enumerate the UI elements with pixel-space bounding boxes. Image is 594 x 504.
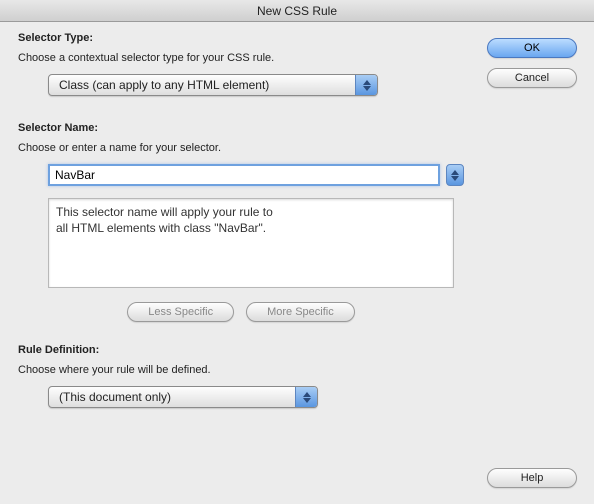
rule-definition-select[interactable]: (This document only) xyxy=(48,386,318,408)
selector-type-desc: Choose a contextual selector type for yo… xyxy=(18,52,464,64)
cancel-button[interactable]: Cancel xyxy=(487,68,577,88)
help-button[interactable]: Help xyxy=(487,468,577,488)
selector-explanation: This selector name will apply your rule … xyxy=(48,198,454,288)
selector-type-value: Class (can apply to any HTML element) xyxy=(59,78,269,92)
selector-type-label: Selector Type: xyxy=(18,32,464,44)
selector-name-stepper[interactable] xyxy=(446,164,464,186)
selector-name-input[interactable] xyxy=(48,164,440,186)
explain-line-1: This selector name will apply your rule … xyxy=(56,204,446,220)
rule-definition-value: (This document only) xyxy=(59,390,171,404)
explain-line-2: all HTML elements with class "NavBar". xyxy=(56,220,446,236)
dropdown-arrows-icon xyxy=(295,387,317,407)
ok-button[interactable]: OK xyxy=(487,38,577,58)
dropdown-arrows-icon xyxy=(355,75,377,95)
less-specific-button[interactable]: Less Specific xyxy=(127,302,234,322)
selector-name-label: Selector Name: xyxy=(18,122,464,134)
dialog-body: Selector Type: Choose a contextual selec… xyxy=(0,22,594,504)
right-panel: OK Cancel Help xyxy=(478,22,594,504)
dialog-title: New CSS Rule xyxy=(0,0,594,22)
selector-type-select[interactable]: Class (can apply to any HTML element) xyxy=(48,74,378,96)
more-specific-button[interactable]: More Specific xyxy=(246,302,355,322)
left-panel: Selector Type: Choose a contextual selec… xyxy=(0,22,478,504)
rule-definition-label: Rule Definition: xyxy=(18,344,464,356)
selector-name-desc: Choose or enter a name for your selector… xyxy=(18,142,464,154)
rule-definition-desc: Choose where your rule will be defined. xyxy=(18,364,464,376)
